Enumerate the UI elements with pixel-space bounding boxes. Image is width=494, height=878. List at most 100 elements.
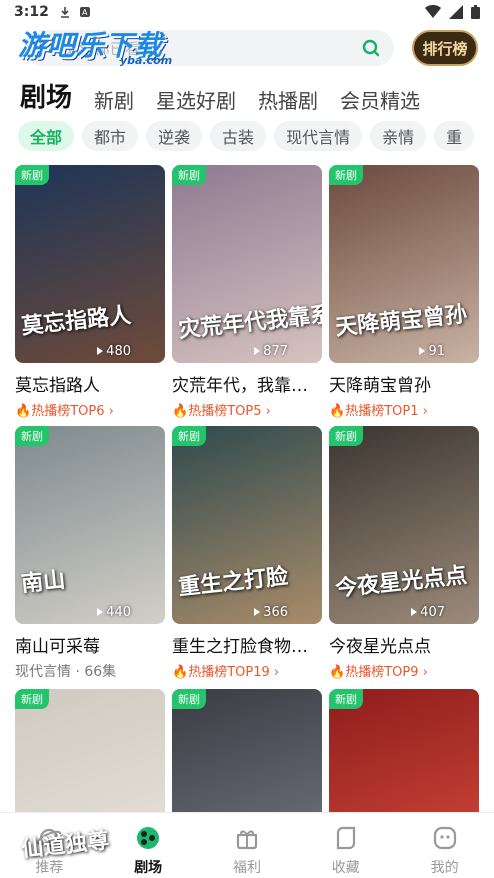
drama-card[interactable]: 新剧 重生之打脸 366 重生之打脸食物… 🔥热播榜TOP19 ›: [172, 426, 322, 680]
play-count: 440: [97, 605, 131, 620]
header: 找区·你已看 游吧乐下载 yba.com 排行榜: [0, 24, 494, 76]
play-count-value: 366: [263, 605, 288, 620]
gift-icon: [236, 830, 258, 850]
ranking-button[interactable]: 排行榜: [412, 30, 478, 66]
tab-trending[interactable]: 热播剧: [258, 85, 318, 114]
hot-rank-label[interactable]: 🔥热播榜TOP1 ›: [329, 400, 479, 419]
play-count-value: 91: [428, 344, 445, 359]
fire-icon: 🔥: [329, 404, 346, 419]
new-badge: 新剧: [329, 689, 363, 709]
drama-poster[interactable]: 新剧 灾荒年代我靠系统 877: [172, 165, 322, 363]
hot-rank-label[interactable]: 🔥热播榜TOP6 ›: [15, 400, 165, 419]
drama-card[interactable]: 新剧南山 440 南山可采莓现代言情 · 66集: [15, 426, 165, 681]
sub-text: 热播榜TOP19: [188, 665, 270, 680]
play-count-value: 877: [263, 344, 288, 359]
chip-urban[interactable]: 都市: [82, 121, 139, 151]
status-right: [425, 5, 480, 19]
chip-costume[interactable]: 古装: [210, 121, 267, 151]
new-badge: 新剧: [15, 426, 49, 446]
signal-icon: [449, 5, 463, 19]
sub-text: 热播榜TOP1: [345, 404, 419, 419]
nav-label: 福利: [232, 860, 261, 876]
genre-filter-chips: 全部 都市 逆袭 古装 现代言情 亲情 重: [0, 121, 494, 151]
chip-more[interactable]: 重: [434, 121, 475, 151]
new-badge: 新剧: [329, 426, 363, 446]
site-logo-sub: yba.com: [120, 54, 173, 67]
drama-card[interactable]: 新剧 灾荒年代我靠系统 877 灾荒年代，我靠… 🔥热播榜TOP5 ›: [172, 165, 322, 419]
play-count: 877: [254, 344, 288, 359]
chevron-right-icon: ›: [261, 404, 271, 419]
drama-poster[interactable]: 新剧 今夜星光点点 407: [329, 426, 479, 624]
play-count: 480: [97, 344, 131, 359]
nav-profile[interactable]: 我的: [395, 813, 494, 878]
bookmark-icon: [336, 826, 355, 850]
chip-comeback[interactable]: 逆袭: [146, 121, 203, 151]
new-badge: 新剧: [172, 165, 206, 185]
nav-label: 我的: [430, 860, 459, 876]
chevron-right-icon: ›: [418, 665, 428, 680]
tab-theater[interactable]: 剧场: [20, 77, 72, 114]
sub-text: 热播榜TOP6: [31, 404, 105, 419]
notification-icon: A: [79, 7, 90, 17]
drama-poster[interactable]: 新剧 天降萌宝曾孙 91: [329, 165, 479, 363]
sub-text: 热播榜TOP9: [345, 665, 419, 680]
film-reel-icon: [137, 827, 160, 849]
hot-rank-label[interactable]: 🔥热播榜TOP5 ›: [172, 400, 322, 419]
nav-theater[interactable]: 剧场: [99, 813, 198, 878]
drama-title[interactable]: 灾荒年代，我靠…: [172, 371, 322, 396]
sub-text: 热播榜TOP5: [188, 404, 262, 419]
new-badge: 新剧: [172, 426, 206, 446]
hot-rank-label[interactable]: 🔥热播榜TOP9 ›: [329, 661, 479, 680]
tab-new[interactable]: 新剧: [94, 85, 134, 114]
fire-icon: 🔥: [172, 665, 189, 680]
nav-favorites[interactable]: 收藏: [296, 813, 395, 878]
play-icon: [97, 347, 104, 355]
play-icon: [419, 347, 426, 355]
drama-card[interactable]: 新剧 天降萌宝曾孙 91 天降萌宝曾孙 🔥热播榜TOP1 ›: [329, 165, 479, 419]
nav-label: 剧场: [134, 860, 163, 876]
drama-card[interactable]: 新剧 莫忘指路人 480 莫忘指路人 🔥热播榜TOP6 ›: [15, 165, 165, 419]
drama-title[interactable]: 南山可采莓: [15, 632, 165, 657]
new-badge: 新剧: [15, 689, 49, 709]
chip-all[interactable]: 全部: [18, 121, 75, 151]
drama-card[interactable]: 新剧 今夜星光点点 407 今夜星光点点 🔥热播榜TOP9 ›: [329, 426, 479, 680]
play-count-value: 440: [106, 605, 131, 620]
nav-welfare[interactable]: 福利: [198, 813, 297, 878]
sub-text: 现代言情 · 66集: [15, 664, 117, 680]
chevron-right-icon: ›: [269, 665, 280, 680]
chip-family[interactable]: 亲情: [370, 121, 427, 151]
tab-star-picks[interactable]: 星选好剧: [156, 85, 236, 114]
play-count-value: 480: [106, 344, 131, 359]
profile-icon: [433, 826, 456, 850]
play-count: 366: [254, 605, 288, 620]
drama-poster[interactable]: 新剧 莫忘指路人 480: [15, 165, 165, 363]
nav-label: 收藏: [331, 860, 360, 876]
fire-icon: 🔥: [329, 665, 346, 680]
tab-vip[interactable]: 会员精选: [340, 85, 420, 114]
drama-title[interactable]: 莫忘指路人: [15, 371, 165, 396]
play-icon: [254, 347, 261, 355]
category-tabs: 剧场 新剧 星选好剧 热播剧 会员精选: [0, 78, 494, 114]
search-icon[interactable]: [362, 39, 380, 57]
new-badge: 新剧: [15, 165, 49, 185]
wifi-icon: [425, 5, 441, 18]
drama-poster[interactable]: 新剧南山 440: [15, 426, 165, 624]
chevron-right-icon: ›: [104, 404, 114, 419]
drama-title[interactable]: 天降萌宝曾孙: [329, 371, 479, 396]
chip-modern-romance[interactable]: 现代言情: [274, 121, 363, 151]
drama-poster[interactable]: 新剧 重生之打脸 366: [172, 426, 322, 624]
status-bar: 3:12 A: [0, 0, 494, 24]
fire-icon: 🔥: [172, 404, 189, 419]
drama-title[interactable]: 今夜星光点点: [329, 632, 479, 657]
chevron-right-icon: ›: [418, 404, 428, 419]
play-icon: [411, 608, 418, 616]
drama-title[interactable]: 重生之打脸食物…: [172, 632, 322, 657]
play-icon: [254, 608, 261, 616]
svg-text:A: A: [82, 8, 88, 17]
play-count: 91: [419, 344, 445, 359]
download-icon: [60, 7, 69, 18]
poster-title-art: 南山: [20, 567, 67, 598]
hot-rank-label[interactable]: 🔥热播榜TOP19 ›: [172, 661, 322, 680]
play-count: 407: [411, 605, 445, 620]
fire-icon: 🔥: [15, 404, 32, 419]
